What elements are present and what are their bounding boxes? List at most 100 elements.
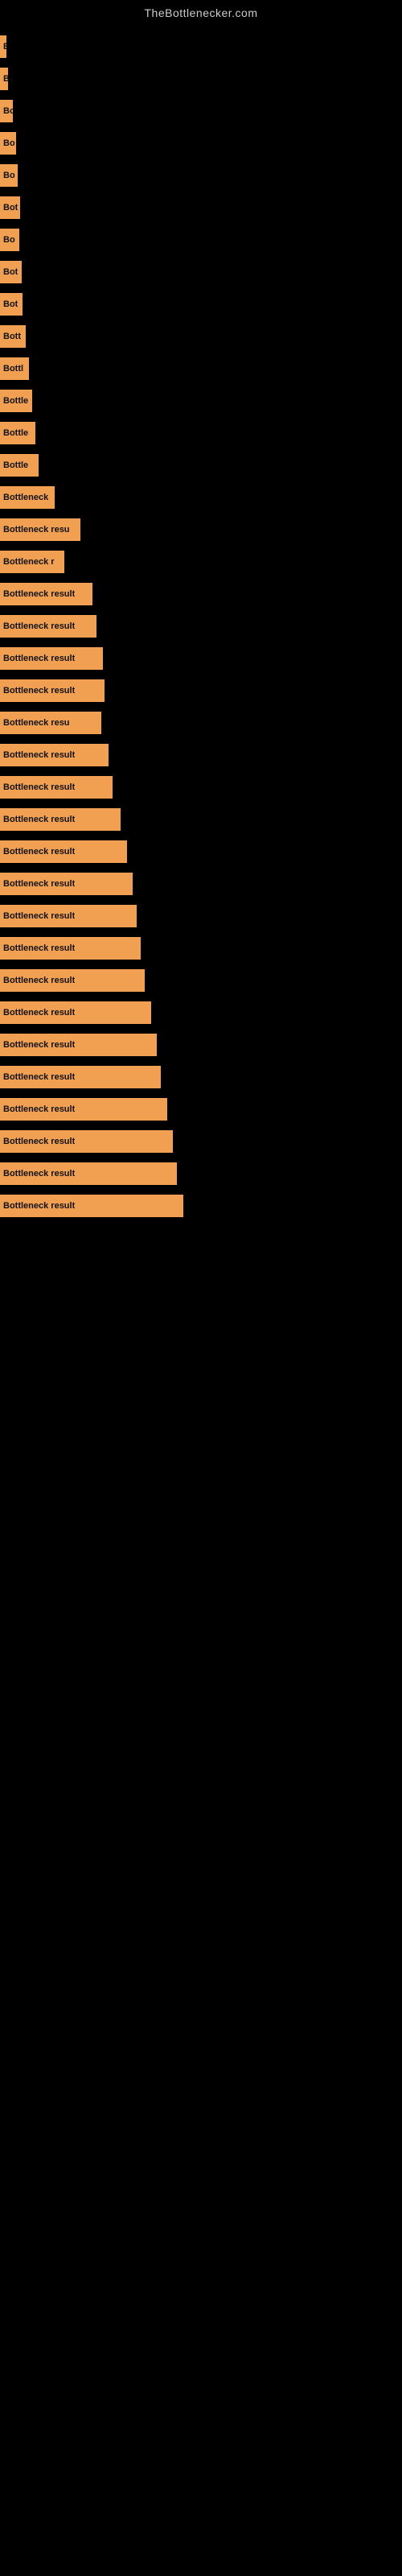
bar-label: Bottleneck result <box>3 1169 75 1179</box>
bar-row: Bottleneck result <box>0 1190 402 1222</box>
bar-row: B <box>0 63 402 95</box>
site-title: TheBottlenecker.com <box>0 0 402 23</box>
bar: Bottleneck resu <box>0 712 101 734</box>
bar-row: Bottle <box>0 449 402 481</box>
bar-label: Bottleneck result <box>3 686 75 696</box>
bar-label: Bottleneck result <box>3 1008 75 1018</box>
bar: Bottleneck result <box>0 1034 157 1056</box>
bar: B <box>0 35 6 58</box>
bar-row: Bot <box>0 256 402 288</box>
bar-label: Bottleneck result <box>3 1137 75 1146</box>
bar-label: Bottleneck resu <box>3 525 70 535</box>
bar-label: Bottleneck result <box>3 879 75 889</box>
bar-label: Bottle <box>3 428 28 438</box>
bar: Bo <box>0 164 18 187</box>
bar-row: Bottle <box>0 385 402 417</box>
bar-row: Bo <box>0 159 402 192</box>
bar: Bottle <box>0 390 32 412</box>
bar-row: Bottleneck resu <box>0 514 402 546</box>
bar-label: Bo <box>3 138 15 148</box>
bar: Bottleneck result <box>0 744 109 766</box>
bar-row: Bottleneck result <box>0 964 402 997</box>
bar-label: Bot <box>3 203 18 213</box>
bar-row: B <box>0 31 402 63</box>
bar-row: Bottleneck result <box>0 739 402 771</box>
bar-label: Bottleneck r <box>3 557 55 567</box>
bar-label: Bottle <box>3 396 28 406</box>
bar-row: Bottleneck resu <box>0 707 402 739</box>
bar: Bo <box>0 132 16 155</box>
bar: Bo <box>0 100 13 122</box>
bar-row: Bottleneck result <box>0 1029 402 1061</box>
bar: Bottleneck result <box>0 679 105 702</box>
bar-label: Bottleneck result <box>3 654 75 663</box>
bar-label: Bottle <box>3 460 28 470</box>
bar: Bottleneck <box>0 486 55 509</box>
bar: Bottle <box>0 454 39 477</box>
bar: Bottleneck result <box>0 1162 177 1185</box>
bar: Bottleneck r <box>0 551 64 573</box>
bar: Bottleneck result <box>0 1195 183 1217</box>
bar-label: Bo <box>3 106 13 116</box>
bar-row: Bottleneck r <box>0 546 402 578</box>
bar: Bottleneck result <box>0 1066 161 1088</box>
bar: Bottleneck result <box>0 583 92 605</box>
bar: Bottleneck result <box>0 937 141 960</box>
bar: Bottleneck result <box>0 776 113 799</box>
bar-row: Bottleneck result <box>0 836 402 868</box>
bar: B <box>0 68 8 90</box>
bar-label: Bottleneck result <box>3 976 75 985</box>
bar: Bottle <box>0 422 35 444</box>
bar-label: Bottleneck result <box>3 1040 75 1050</box>
bar-row: Bottleneck result <box>0 578 402 610</box>
bar-row: Bottleneck result <box>0 610 402 642</box>
bar: Bot <box>0 261 22 283</box>
bar-label: Bottleneck result <box>3 911 75 921</box>
bar-label: Bottl <box>3 364 23 374</box>
bar-label: B <box>3 42 6 52</box>
bar-row: Bottleneck result <box>0 1061 402 1093</box>
bar-row: Bottleneck result <box>0 868 402 900</box>
bar: Bott <box>0 325 26 348</box>
bar-row: Bottleneck result <box>0 642 402 675</box>
bar: Bottleneck result <box>0 969 145 992</box>
bar-label: Bott <box>3 332 21 341</box>
bar-label: Bottleneck result <box>3 1104 75 1114</box>
bar-row: Bottleneck result <box>0 900 402 932</box>
bar-label: Bottleneck resu <box>3 718 70 728</box>
bar-row: Bo <box>0 224 402 256</box>
bar: Bot <box>0 196 20 219</box>
bar-label: Bottleneck result <box>3 943 75 953</box>
bar-label: Bottleneck result <box>3 621 75 631</box>
bars-container: B B Bo Bo Bo Bot Bo Bot Bot Bott Bottl Bottle Bottle… <box>0 23 402 1222</box>
bar-label: Bottleneck result <box>3 750 75 760</box>
bar: Bottl <box>0 357 29 380</box>
bar-label: Bottleneck result <box>3 1072 75 1082</box>
bar-row: Bottleneck result <box>0 1158 402 1190</box>
bar-label: Bottleneck result <box>3 847 75 857</box>
bar-row: Bot <box>0 192 402 224</box>
bar-row: Bottleneck result <box>0 932 402 964</box>
bar-row: Bottleneck result <box>0 1125 402 1158</box>
bar: Bottleneck result <box>0 840 127 863</box>
bar: Bottleneck result <box>0 1098 167 1121</box>
bar-row: Bottl <box>0 353 402 385</box>
bar-label: Bottleneck result <box>3 1201 75 1211</box>
bar-label: Bottleneck result <box>3 782 75 792</box>
bar-row: Bottleneck result <box>0 771 402 803</box>
bar: Bot <box>0 293 23 316</box>
bar-label: Bot <box>3 267 18 277</box>
bar-row: Bottleneck result <box>0 1093 402 1125</box>
bar-row: Bo <box>0 127 402 159</box>
bar: Bottleneck result <box>0 615 96 638</box>
bar-label: Bot <box>3 299 18 309</box>
bar: Bottleneck result <box>0 1130 173 1153</box>
bar-label: Bottleneck result <box>3 815 75 824</box>
bar-label: Bottleneck <box>3 493 48 502</box>
bar: Bottleneck result <box>0 873 133 895</box>
bar-row: Bottleneck result <box>0 803 402 836</box>
bar-row: Bottle <box>0 417 402 449</box>
bar-label: Bottleneck result <box>3 589 75 599</box>
bar-row: Bot <box>0 288 402 320</box>
bar-row: Bottleneck result <box>0 997 402 1029</box>
